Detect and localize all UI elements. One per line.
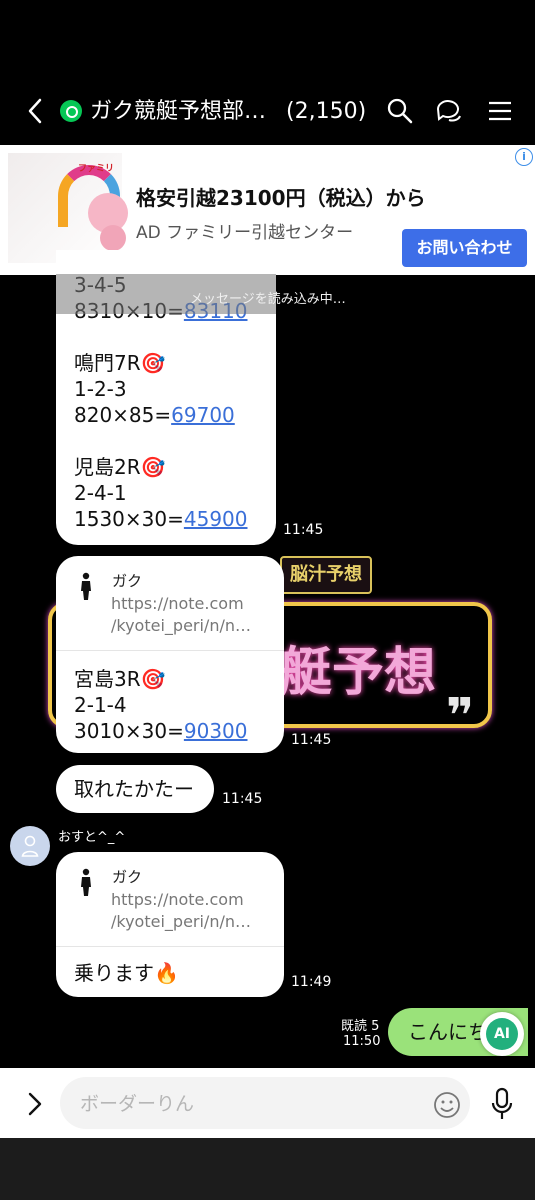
message-time: 11:45 bbox=[283, 522, 324, 538]
link-card-url[interactable]: https://note.com bbox=[111, 890, 244, 909]
message-text: 乗ります🔥 bbox=[74, 961, 179, 985]
message-line: 宮島3R🎯 bbox=[74, 667, 166, 691]
message-bubble[interactable]: ガク https://note.com /kyotei_peri/n/n… 宮島… bbox=[56, 556, 284, 753]
background-title: 艇予想 bbox=[280, 643, 437, 703]
ad-info-icon[interactable]: i bbox=[515, 148, 533, 166]
chat-title[interactable]: ガク競艇予想部… bbox=[90, 96, 290, 128]
link-card-url[interactable]: https://note.com bbox=[111, 594, 244, 613]
message-line: 1530×30=45900 bbox=[74, 507, 248, 531]
divider bbox=[56, 650, 284, 651]
ad-advertiser: ファミリー引越センター bbox=[166, 223, 354, 243]
read-receipt: 既読 5 bbox=[341, 1019, 380, 1034]
person-silhouette-icon bbox=[81, 868, 91, 896]
message-input-wrapper[interactable] bbox=[60, 1077, 470, 1129]
member-count: (2,150) bbox=[286, 99, 367, 124]
result-link[interactable]: 69700 bbox=[171, 403, 235, 427]
message-line: 1-2-3 bbox=[74, 377, 127, 401]
ad-title[interactable]: 格安引越23100円（税込）から bbox=[136, 182, 426, 211]
emoji-icon[interactable] bbox=[432, 1090, 462, 1120]
message-line: 820×85=69700 bbox=[74, 403, 235, 427]
loading-text: メッセージを読み込み中… bbox=[190, 292, 346, 307]
menu-icon[interactable] bbox=[485, 96, 515, 126]
ad-label: AD bbox=[136, 223, 161, 243]
message-bubble[interactable]: ガク https://note.com /kyotei_peri/n/n… 乗り… bbox=[56, 852, 284, 997]
sent-time: 11:50 bbox=[343, 1034, 381, 1049]
message-time: 11:45 bbox=[291, 732, 332, 748]
open-chat-icon bbox=[60, 100, 82, 122]
chat-bubbles-icon[interactable] bbox=[434, 96, 464, 126]
message-text: 取れたかたー bbox=[74, 777, 194, 801]
message-input[interactable] bbox=[78, 1089, 422, 1119]
background-quote-mark: ❞ bbox=[446, 688, 475, 744]
result-link[interactable]: 90300 bbox=[184, 719, 248, 743]
ai-icon[interactable]: AI bbox=[486, 1018, 518, 1050]
link-card-title: ガク bbox=[112, 868, 143, 886]
sent-message-text: こんにち bbox=[408, 1020, 488, 1044]
ad-subtitle: AD ファミリー引越センター bbox=[136, 218, 353, 243]
sender-name[interactable]: おすと^_^ bbox=[58, 826, 125, 845]
back-arrow-icon[interactable] bbox=[22, 96, 52, 126]
ad-contact-button[interactable]: お問い合わせ bbox=[402, 229, 527, 267]
divider bbox=[56, 946, 284, 947]
microphone-icon[interactable] bbox=[490, 1086, 514, 1122]
message-time: 11:45 bbox=[222, 791, 263, 807]
search-icon[interactable] bbox=[385, 96, 415, 126]
message-line: 2-4-1 bbox=[74, 481, 127, 505]
message-line: 児島2R🎯 bbox=[74, 455, 166, 479]
ad-thumb-logo: ファミリ bbox=[78, 164, 115, 174]
result-link[interactable]: 45900 bbox=[184, 507, 248, 531]
ad-thumbnail: ファミリ bbox=[8, 153, 128, 263]
link-card-url[interactable]: /kyotei_peri/n/n… bbox=[111, 616, 251, 635]
system-nav-bar bbox=[0, 1138, 535, 1200]
link-card-url[interactable]: /kyotei_peri/n/n… bbox=[111, 912, 251, 931]
background-banner: 脳汁予想 bbox=[280, 556, 372, 594]
message-line: 2-1-4 bbox=[74, 693, 127, 717]
message-line: 3010×30=90300 bbox=[74, 719, 248, 743]
avatar[interactable] bbox=[10, 826, 50, 866]
pig-mascot-small-icon bbox=[100, 225, 126, 251]
chevron-right-icon[interactable] bbox=[24, 1090, 46, 1118]
message-bubble[interactable]: 取れたかたー bbox=[56, 765, 214, 813]
person-silhouette-icon bbox=[81, 572, 91, 600]
link-card-title: ガク bbox=[112, 572, 143, 590]
person-icon bbox=[21, 835, 39, 857]
message-time: 11:49 bbox=[291, 974, 332, 990]
message-line: 鳴門7R🎯 bbox=[74, 351, 166, 375]
